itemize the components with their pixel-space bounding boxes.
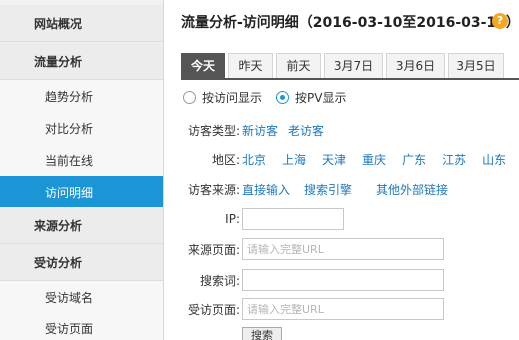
help-icon[interactable]: ? bbox=[492, 13, 508, 29]
sidebar-item-online-now[interactable]: 当前在线 bbox=[0, 144, 163, 176]
visitor-type-row: 访客类型: 新访客 老访客 bbox=[165, 122, 328, 139]
tab-yesterday[interactable]: 昨天 bbox=[228, 53, 273, 78]
tab-mar7[interactable]: 3月7日 bbox=[324, 53, 383, 78]
sidebar-item-label: 受访域名 bbox=[45, 290, 94, 305]
radio-label-by-pv: 按PV显示 bbox=[295, 91, 347, 105]
sidebar-item-label: 受访分析 bbox=[34, 255, 83, 270]
visited-page-input[interactable] bbox=[242, 298, 444, 320]
sidebar-item-visited-analysis[interactable]: 受访分析 bbox=[0, 244, 163, 281]
ip-input[interactable] bbox=[242, 208, 344, 230]
region-shanghai-link[interactable]: 上海 bbox=[282, 151, 306, 168]
region-tianjin-link[interactable]: 天津 bbox=[322, 151, 346, 168]
region-shandong-link[interactable]: 山东 bbox=[482, 151, 506, 168]
sidebar: 网站概况 流量分析 趋势分析 对比分析 当前在线 访问明细 来源分析 受访分析 … bbox=[0, 0, 164, 340]
sidebar-item-traffic-analysis[interactable]: 流量分析 bbox=[0, 43, 163, 80]
tab-mar5[interactable]: 3月5日 bbox=[448, 53, 504, 78]
main-panel: 流量分析-访问明细（2016-03-10至2016-03-10） ? 今天 昨天… bbox=[165, 0, 519, 340]
region-guangdong-link[interactable]: 广东 bbox=[402, 151, 426, 168]
sidebar-item-visited-page[interactable]: 受访页面 bbox=[0, 312, 163, 340]
radio-by-pv[interactable] bbox=[276, 91, 290, 104]
sidebar-item-compare-analysis[interactable]: 对比分析 bbox=[0, 112, 163, 144]
region-beijing-link[interactable]: 北京 bbox=[242, 151, 266, 168]
visitor-type-old-link[interactable]: 老访客 bbox=[288, 122, 324, 139]
page-title: 流量分析-访问明细（2016-03-10至2016-03-10） bbox=[181, 15, 519, 31]
tab-mar6[interactable]: 3月6日 bbox=[386, 53, 445, 78]
visitor-type-label: 访客类型: bbox=[187, 124, 240, 138]
date-tabs: 今天 昨天 前天 3月7日 3月6日 3月5日 bbox=[181, 53, 507, 78]
radio-by-visit[interactable] bbox=[183, 91, 196, 104]
source-external-link[interactable]: 其他外部链接 bbox=[376, 181, 448, 198]
sidebar-item-label: 来源分析 bbox=[34, 218, 83, 233]
sidebar-item-label: 流量分析 bbox=[34, 54, 83, 69]
radio-label-by-visit: 按访问显示 bbox=[202, 91, 263, 105]
region-label: 地区: bbox=[211, 153, 240, 167]
source-page-row: 来源页面: bbox=[165, 238, 444, 260]
tab-underline bbox=[181, 78, 519, 80]
sidebar-item-label: 受访页面 bbox=[45, 321, 94, 336]
source-search-engine-link[interactable]: 搜索引擎 bbox=[304, 181, 352, 198]
source-page-input[interactable] bbox=[242, 238, 444, 260]
display-mode-radios: 按访问显示 按PV显示 bbox=[183, 89, 360, 106]
ip-label: IP: bbox=[225, 212, 240, 226]
sidebar-item-label: 对比分析 bbox=[45, 121, 94, 136]
tab-today[interactable]: 今天 bbox=[181, 53, 225, 78]
sidebar-item-label: 访问明细 bbox=[45, 185, 94, 200]
source-label: 访客来源: bbox=[187, 183, 240, 197]
sidebar-item-label: 趋势分析 bbox=[45, 89, 94, 104]
sidebar-item-trend-analysis[interactable]: 趋势分析 bbox=[0, 80, 163, 112]
search-word-input[interactable] bbox=[242, 269, 444, 291]
sidebar-item-label: 网站概况 bbox=[34, 16, 83, 31]
sidebar-item-source-analysis[interactable]: 来源分析 bbox=[0, 207, 163, 244]
search-button[interactable]: 搜索 bbox=[242, 327, 282, 340]
visited-page-label: 受访页面: bbox=[187, 302, 240, 317]
source-row: 访客来源: 直接输入 搜索引擎 其他外部链接 bbox=[165, 181, 452, 198]
sidebar-item-visited-domain[interactable]: 受访域名 bbox=[0, 281, 163, 313]
ip-row: IP: bbox=[165, 208, 344, 230]
sidebar-item-overview[interactable]: 网站概况 bbox=[0, 5, 163, 42]
search-word-row: 搜索词: bbox=[165, 269, 444, 291]
visitor-type-new-link[interactable]: 新访客 bbox=[242, 122, 278, 139]
visited-page-row: 受访页面: bbox=[165, 298, 444, 320]
sidebar-item-visit-details[interactable]: 访问明细 bbox=[0, 176, 163, 208]
tab-day-before[interactable]: 前天 bbox=[276, 53, 321, 78]
sidebar-item-label: 当前在线 bbox=[45, 153, 94, 168]
source-page-label: 来源页面: bbox=[187, 242, 240, 257]
search-word-label: 搜索词: bbox=[199, 273, 240, 288]
region-chongqing-link[interactable]: 重庆 bbox=[362, 151, 386, 168]
region-row: 地区: 北京 上海 天津 重庆 广东 江苏 山东 浙 bbox=[165, 151, 519, 168]
source-direct-link[interactable]: 直接输入 bbox=[242, 181, 290, 198]
region-jiangsu-link[interactable]: 江苏 bbox=[442, 151, 466, 168]
